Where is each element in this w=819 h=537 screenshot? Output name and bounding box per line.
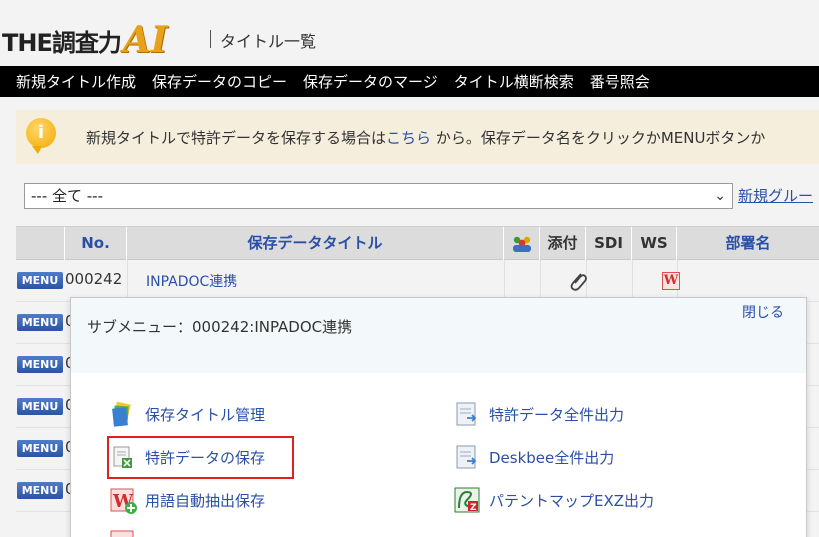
table-header: No. 保存データタイトル 添付 SDI WS 部署名 [16, 226, 819, 260]
row-menu-button[interactable]: MENU [17, 314, 63, 331]
info-icon: i [26, 118, 56, 154]
col-no[interactable]: No. [65, 227, 127, 260]
col-sdi: SDI [586, 227, 632, 260]
menu-item-title-manage[interactable]: 保存タイトル管理 [109, 400, 265, 428]
row-menu-button[interactable]: MENU [17, 356, 63, 373]
row-menu-button[interactable]: MENU [17, 482, 63, 499]
row-menu-button[interactable]: MENU [17, 272, 63, 289]
group-select-value: --- 全て --- [31, 187, 104, 205]
col-group-icon [504, 227, 540, 260]
logo-ai-text: AI [122, 19, 168, 61]
new-group-link[interactable]: 新規グルー [738, 185, 813, 206]
table-row: MENU 000242 INPADOC連携 W [16, 260, 819, 302]
nav-merge-data[interactable]: 保存データのマージ [303, 71, 438, 92]
ws-icon [110, 530, 134, 537]
export-doc-icon [456, 445, 477, 469]
col-menu [16, 227, 65, 260]
app-header: THE調査力 AI タイトル一覧 [0, 0, 819, 66]
svg-text:Z: Z [470, 503, 477, 513]
menu-item-partial[interactable] [109, 528, 137, 537]
term-extract-icon: W [110, 488, 137, 514]
app-logo[interactable]: THE調査力 AI [2, 20, 168, 60]
title-manage-icon [112, 401, 131, 427]
row-menu-button[interactable]: MENU [17, 398, 63, 415]
nav-cross-search[interactable]: タイトル横断検索 [454, 71, 574, 92]
patent-map-icon: Z [454, 487, 480, 513]
nav-copy-data[interactable]: 保存データのコピー [152, 71, 287, 92]
submenu-title: サブメニュー：000242:INPADOC連携 [87, 318, 353, 336]
notice-link-here[interactable]: こちら [386, 129, 431, 147]
notice-text: 新規タイトルで特許データを保存する場合はこちら から。保存データ名をクリックかM… [86, 129, 766, 147]
col-dept[interactable]: 部署名 [677, 227, 819, 260]
chevron-down-icon: ⌄ [714, 188, 726, 204]
row-title-link[interactable]: INPADOC連携 [146, 271, 237, 291]
menu-item-term-extract[interactable]: W 用語自動抽出保存 [109, 486, 265, 514]
col-attach: 添付 [540, 227, 586, 260]
paperclip-icon[interactable] [568, 270, 588, 292]
menu-item-patent-map-exz[interactable]: Z パテントマップEXZ出力 [453, 486, 654, 514]
menu-item-deskbee-export[interactable]: Deskbee全件出力 [453, 443, 614, 471]
nav-number-lookup[interactable]: 番号照会 [590, 71, 650, 92]
submenu-popup: サブメニュー：000242:INPADOC連携 閉じる 保存タイトル管理 特許デ… [70, 297, 807, 537]
logo-text: THE調査力 [2, 28, 122, 57]
close-button[interactable]: 閉じる [742, 302, 784, 322]
page-title: タイトル一覧 [210, 28, 316, 52]
row-number: 000242 [65, 270, 123, 288]
export-doc-icon [456, 402, 477, 426]
col-title[interactable]: 保存データタイトル [127, 227, 504, 260]
group-select[interactable]: --- 全て --- ⌄ [24, 183, 733, 209]
col-ws: WS [632, 227, 677, 260]
menu-item-export-all[interactable]: 特許データ全件出力 [453, 400, 624, 428]
info-notice: i 新規タイトルで特許データを保存する場合はこちら から。保存データ名をクリック… [16, 110, 819, 164]
highlight-box [107, 436, 294, 479]
submenu-header: サブメニュー：000242:INPADOC連携 閉じる [71, 298, 806, 373]
ws-icon[interactable]: W [662, 272, 680, 290]
nav-new-title[interactable]: 新規タイトル作成 [16, 71, 136, 92]
group-users-icon [512, 236, 531, 252]
row-menu-button[interactable]: MENU [17, 440, 63, 457]
main-navbar: 新規タイトル作成 保存データのコピー 保存データのマージ タイトル横断検索 番号… [0, 66, 819, 97]
